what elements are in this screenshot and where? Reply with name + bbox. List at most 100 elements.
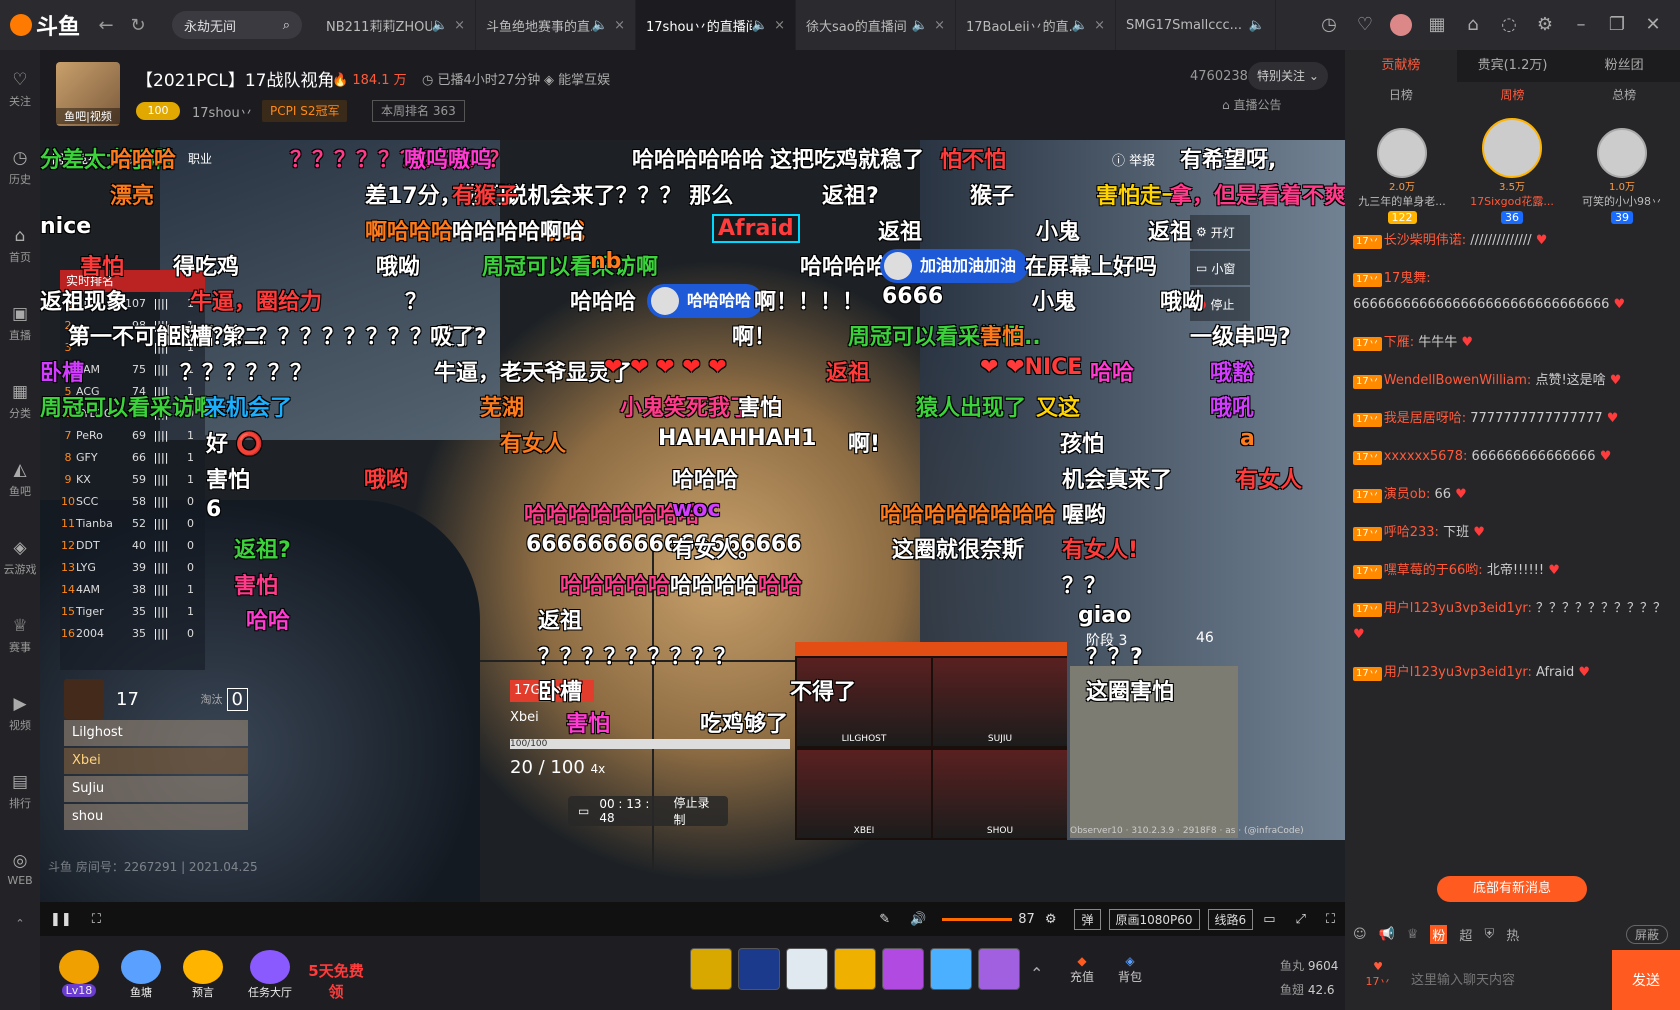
speaker-icon[interactable]: 🔈 xyxy=(432,18,448,33)
sidebar-item-live[interactable]: ▣ 直播 xyxy=(0,284,40,362)
chat-username[interactable]: 17鬼舞: xyxy=(1384,271,1431,286)
volume-icon[interactable]: 🔊 xyxy=(910,912,926,927)
shield-icon[interactable]: ⛨ xyxy=(1484,927,1494,942)
champion-badge[interactable]: PCPI S2冠军 xyxy=(262,100,348,122)
emoji-icon[interactable]: ☺ xyxy=(1353,927,1367,942)
speaker-icon[interactable]: 🔈 xyxy=(592,18,608,33)
anchor-avatar[interactable]: 鱼吧|视频 xyxy=(56,62,120,126)
follow-button[interactable]: 特别关注 ⌄ xyxy=(1248,62,1328,90)
horn-icon[interactable]: 📢 xyxy=(1379,927,1395,942)
gift-girl[interactable] xyxy=(930,948,972,990)
like-icon[interactable]: ♥ xyxy=(1451,487,1467,502)
fan-badge[interactable]: 17丷 xyxy=(1353,667,1382,681)
refresh-icon[interactable]: ↻ xyxy=(126,15,150,36)
subtab-week[interactable]: 周榜 xyxy=(1457,86,1569,112)
fan-badge[interactable]: 17丷 xyxy=(1353,565,1382,579)
line-select[interactable]: 线路6 xyxy=(1207,908,1254,930)
task-hall-button[interactable]: 任务大厅 xyxy=(240,950,300,1000)
pause-icon[interactable]: ❚❚ xyxy=(50,912,72,927)
rank-user-1[interactable]: 3.5万 17Sixgod花露... 36 xyxy=(1457,112,1567,224)
edit-icon[interactable]: ✎ xyxy=(879,912,890,927)
screenshot-icon[interactable]: ⛶ xyxy=(92,912,101,927)
tab-1[interactable]: 斗鱼绝地赛事的直... 🔈 × xyxy=(476,0,636,50)
gift-spaceship[interactable] xyxy=(738,948,780,990)
heart-icon[interactable]: ♡ xyxy=(1354,14,1376,36)
chat-username[interactable]: 嘿草莓的于66哟: xyxy=(1384,563,1483,578)
like-icon[interactable]: ♥ xyxy=(1469,525,1485,540)
fan-badge[interactable]: 17丷 xyxy=(1353,527,1382,541)
gift-plane[interactable] xyxy=(786,948,828,990)
fan-badge[interactable]: 17丷 xyxy=(1353,375,1382,389)
chat-username[interactable]: 用户l123yu3vp3eid1yr: xyxy=(1384,665,1532,680)
chat-username[interactable]: xxxxxx5678: xyxy=(1384,449,1468,464)
douyu-logo[interactable]: 斗鱼 xyxy=(0,0,90,50)
fan-icon[interactable]: 粉 xyxy=(1430,924,1448,944)
settings-icon[interactable]: ⚙ xyxy=(1534,14,1556,36)
chat-username[interactable]: 长沙柴明伟诺: xyxy=(1384,233,1466,248)
speaker-icon[interactable]: 🔈 xyxy=(752,18,768,33)
level-button[interactable]: Lv18 xyxy=(54,950,104,1000)
send-button[interactable]: 发送 xyxy=(1612,950,1680,1010)
like-icon[interactable]: ♥ xyxy=(1544,563,1560,578)
sidebar-item-home[interactable]: ⌂ 首页 xyxy=(0,206,40,284)
settings-icon[interactable]: ⚙ xyxy=(1045,912,1057,927)
fullscreen-icon[interactable]: ⛶ xyxy=(1326,912,1335,927)
charge-button[interactable]: ◆ 充值 xyxy=(1062,954,1102,985)
chat-username[interactable]: 下雁: xyxy=(1384,335,1414,350)
close-window-icon[interactable]: ✕ xyxy=(1642,14,1664,36)
new-message-button[interactable]: 底部有新消息 xyxy=(1437,876,1587,902)
theater-icon[interactable]: ▭ xyxy=(1263,912,1275,927)
speaker-icon[interactable]: 🔈 xyxy=(1249,18,1265,33)
close-icon[interactable]: × xyxy=(454,18,465,33)
back-icon[interactable]: ← xyxy=(94,15,118,36)
close-icon[interactable]: × xyxy=(934,18,945,33)
speaker-icon[interactable]: 🔈 xyxy=(1072,18,1088,33)
fan-badge[interactable]: 17丷 xyxy=(1353,337,1382,351)
fan-badge[interactable]: ♥ 17丷 xyxy=(1353,960,1403,1000)
search-icon[interactable]: ⌕ xyxy=(283,18,290,33)
predict-button[interactable]: 预言 xyxy=(178,950,228,1000)
category-link[interactable]: ◈ 能掌互娱 xyxy=(544,69,610,88)
quality-select[interactable]: 原画1080P60 xyxy=(1108,908,1200,930)
super-icon[interactable]: 超 xyxy=(1459,925,1472,944)
calendar-icon[interactable]: ▦ xyxy=(1426,14,1448,36)
sidebar-item-rank[interactable]: ▤ 排行 xyxy=(0,752,40,830)
speaker-icon[interactable]: 🔈 xyxy=(912,18,928,33)
like-icon[interactable]: ♥ xyxy=(1574,665,1590,680)
report-button[interactable]: ⓘ 举报 xyxy=(1112,150,1155,169)
tab-2[interactable]: 17shou丷的直播间 🔈 × xyxy=(636,0,796,50)
tab-contribution[interactable]: 贡献榜 xyxy=(1345,50,1457,82)
hot-icon[interactable]: 热 xyxy=(1506,925,1519,944)
fan-badge[interactable]: 17丷 xyxy=(1353,451,1382,465)
history-icon[interactable]: ◷ xyxy=(1318,14,1340,36)
tab-vip[interactable]: 贵宾(1.2万) xyxy=(1457,50,1569,82)
bag-button[interactable]: ◈ 背包 xyxy=(1110,954,1150,985)
crown-icon[interactable]: ♕ xyxy=(1407,927,1419,942)
record-bar[interactable]: ▭ 00 : 13 : 48 停止录制 xyxy=(568,796,728,827)
weekly-rank-badge[interactable]: 本周排名 363 xyxy=(372,100,465,122)
sidebar-item-web[interactable]: ◎ WEB xyxy=(0,830,40,908)
message-icon[interactable]: ◌ xyxy=(1498,14,1520,36)
like-icon[interactable]: ♥ xyxy=(1532,233,1548,248)
gift-card[interactable] xyxy=(834,948,876,990)
rank-user-2[interactable]: 2.0万 九三年的单身老... 122 xyxy=(1347,122,1457,224)
gift-rocket[interactable] xyxy=(690,948,732,990)
chat-username[interactable]: 用户l123yu3vp3eid1yr: xyxy=(1384,601,1532,616)
gift-more-icon[interactable]: ⌃ xyxy=(1030,964,1043,983)
sidebar-item-video[interactable]: ▶ 视频 xyxy=(0,674,40,752)
breadcrumb-item[interactable]: 职业 xyxy=(188,150,212,167)
free-gift-button[interactable]: 5天免费领 xyxy=(306,950,366,1001)
like-icon[interactable]: ♥ xyxy=(1596,449,1612,464)
danmu-toggle[interactable]: 弹 xyxy=(1074,908,1101,930)
mini-window-button[interactable]: ▭ 小窗 xyxy=(1190,251,1250,285)
subtab-total[interactable]: 总榜 xyxy=(1568,86,1680,112)
tab-0[interactable]: NB211莉莉ZHOU...🔈× xyxy=(316,0,476,50)
minimize-icon[interactable]: – xyxy=(1570,14,1592,36)
search-box[interactable]: 永劫无间 ⌕ xyxy=(172,11,302,39)
collapse-icon[interactable]: ⌃ xyxy=(0,908,40,938)
gift-doll[interactable] xyxy=(882,948,924,990)
tab-fans[interactable]: 粉丝团 xyxy=(1568,50,1680,82)
fan-badge[interactable]: 17丷 xyxy=(1353,235,1382,249)
gift-tv[interactable] xyxy=(978,948,1020,990)
fan-badge[interactable]: 17丷 xyxy=(1353,603,1382,617)
